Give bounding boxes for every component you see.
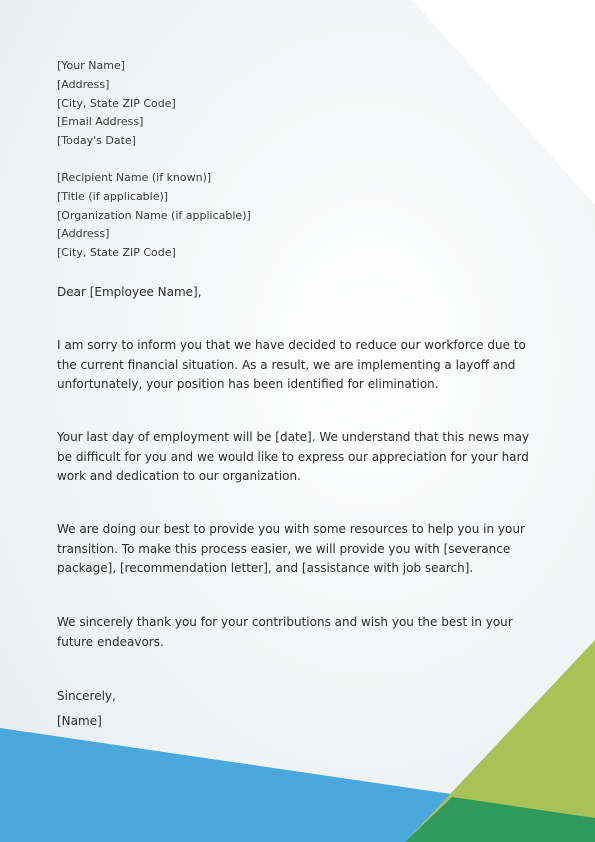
paragraph-layoff-notice: I am sorry to inform you that we have de… (57, 338, 526, 392)
paragraph-last-day: Your last day of employment will be [dat… (57, 430, 530, 484)
paragraph-resources: We are doing our best to provide you wit… (57, 522, 525, 576)
sender-address: [Address] (57, 77, 110, 91)
sender-city-state-zip: [City, State ZIP Code] (57, 96, 176, 110)
recipient-name: [Recipient Name (if known)] (57, 170, 212, 184)
signature: [Name] (57, 714, 102, 728)
sender-date: [Today's Date] (57, 134, 136, 148)
paragraph-thanks: We sincerely thank you for your contribu… (57, 615, 513, 649)
recipient-address: [Address] (57, 227, 110, 241)
letter-body: [Your Name] [Address] [City, State ZIP C… (57, 57, 547, 728)
sender-email: [Email Address] (57, 115, 144, 129)
recipient-block: [Recipient Name (if known)] [Title (if a… (57, 169, 547, 263)
sender-block: [Your Name] [Address] [City, State ZIP C… (57, 57, 547, 151)
salutation: Dear [Employee Name], (57, 285, 202, 299)
recipient-organization: [Organization Name (if applicable)] (57, 208, 251, 222)
recipient-city-state-zip: [City, State ZIP Code] (57, 246, 176, 260)
recipient-title: [Title (if applicable)] (57, 189, 169, 203)
sender-name: [Your Name] (57, 59, 126, 72)
closing: Sincerely, (57, 689, 116, 703)
